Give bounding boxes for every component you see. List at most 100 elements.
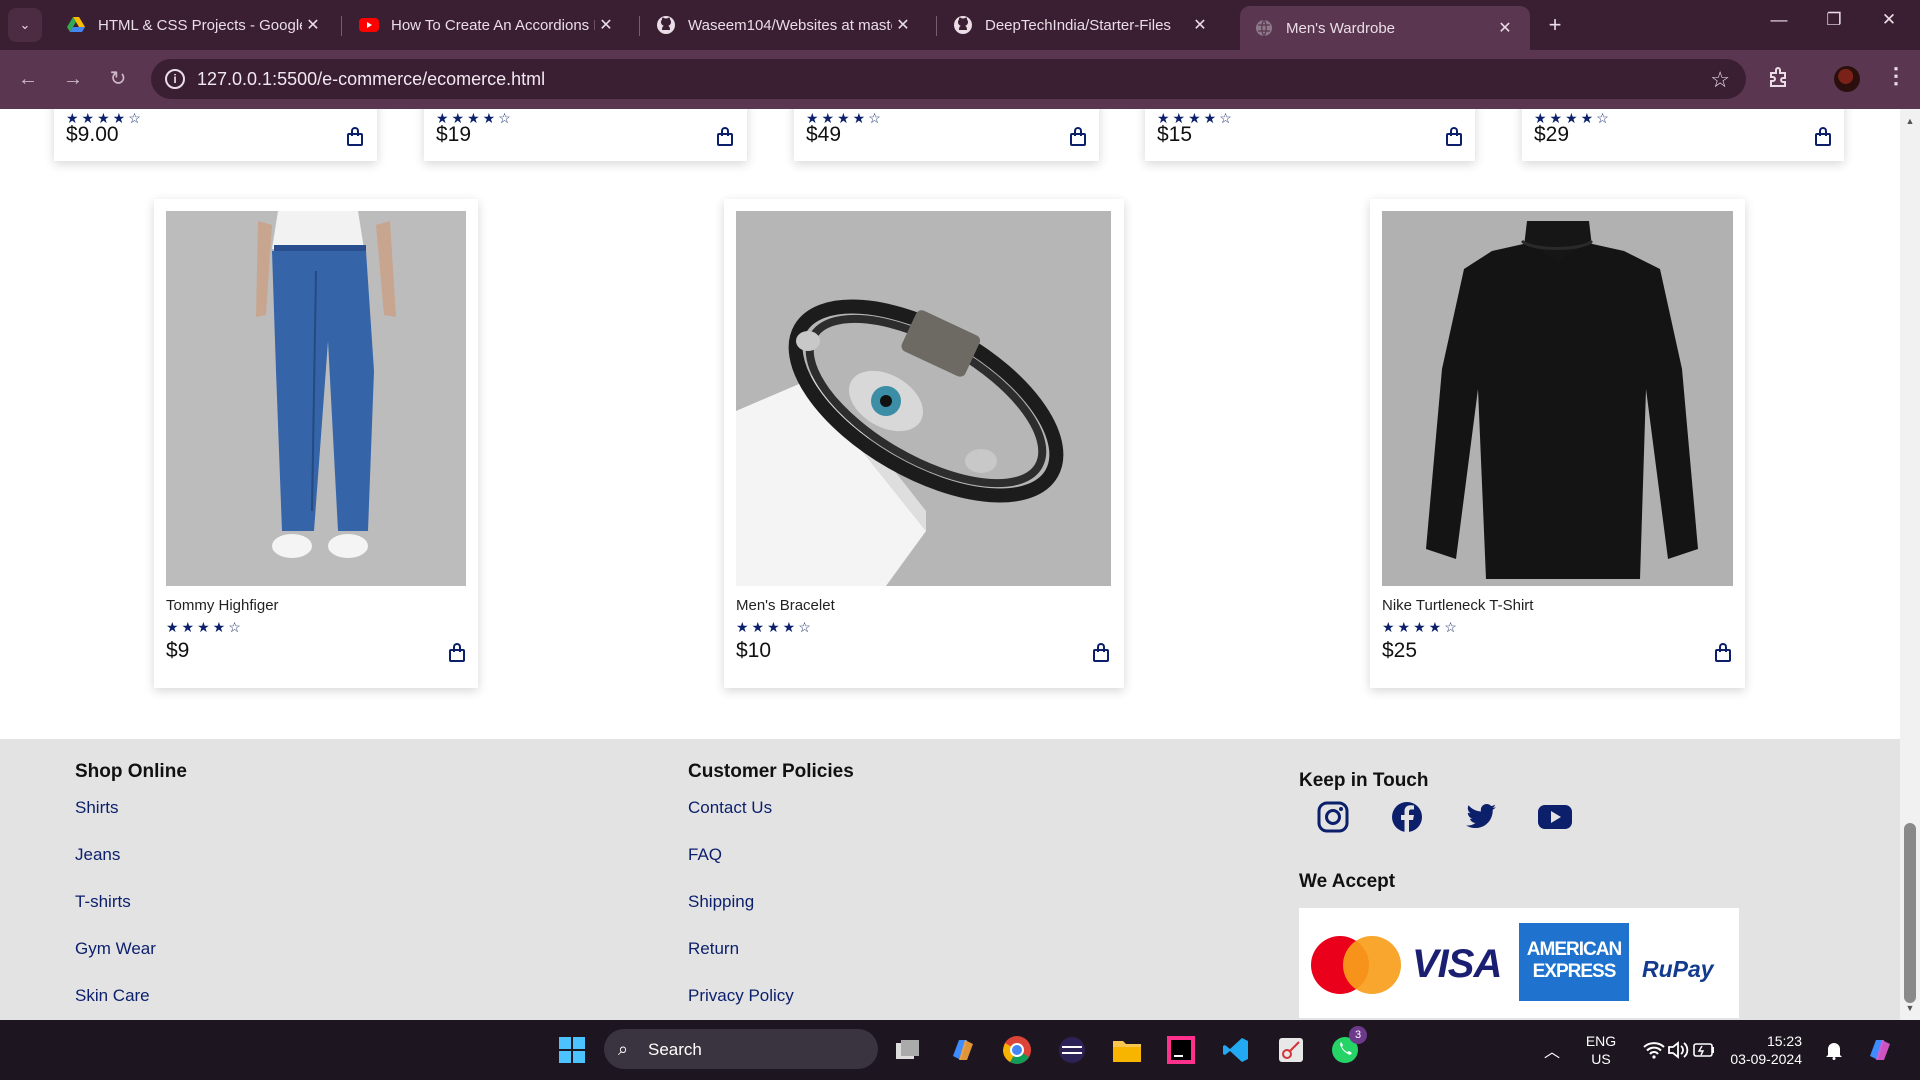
product-card[interactable]: ★★★★☆ $19 bbox=[424, 109, 747, 161]
address-bar[interactable]: i 127.0.0.1:5500/e-commerce/ecomerce.htm… bbox=[151, 59, 1746, 99]
tab-mens-wardrobe[interactable]: Men's Wardrobe ✕ bbox=[1240, 6, 1530, 50]
site-info-icon[interactable]: i bbox=[165, 69, 185, 89]
more-menu-icon[interactable]: ⋮ bbox=[1885, 63, 1907, 89]
extensions-icon[interactable] bbox=[1768, 66, 1790, 94]
bookmark-star-icon[interactable]: ☆ bbox=[1710, 67, 1730, 93]
intellij-icon[interactable] bbox=[1163, 1032, 1199, 1068]
footer-link-tshirts[interactable]: T-shirts bbox=[75, 892, 131, 912]
rating-stars: ★★★★☆ bbox=[1382, 619, 1460, 635]
vscode-icon[interactable] bbox=[1218, 1032, 1254, 1068]
copilot-icon[interactable] bbox=[945, 1032, 981, 1068]
new-tab-button[interactable]: + bbox=[1541, 12, 1569, 38]
product-card[interactable]: ★★★★☆ $49 bbox=[794, 109, 1099, 161]
reload-icon[interactable]: ↻ bbox=[103, 64, 133, 94]
taskbar-search[interactable]: ⌕ Search bbox=[604, 1029, 878, 1069]
product-price: $9 bbox=[166, 639, 190, 662]
minimize-icon[interactable]: — bbox=[1759, 10, 1799, 30]
shopping-bag-icon[interactable] bbox=[1092, 643, 1110, 662]
shopping-bag-icon[interactable] bbox=[1445, 127, 1463, 146]
close-icon[interactable]: ✕ bbox=[1494, 18, 1516, 38]
shopping-bag-icon[interactable] bbox=[1814, 127, 1832, 146]
profile-avatar[interactable] bbox=[1834, 66, 1860, 92]
product-image-trousers[interactable] bbox=[166, 211, 466, 586]
instagram-icon[interactable] bbox=[1315, 799, 1351, 835]
rating-stars: ★★★★☆ bbox=[166, 619, 244, 635]
facebook-icon[interactable] bbox=[1389, 799, 1425, 835]
scrollbar-thumb[interactable] bbox=[1904, 823, 1916, 1003]
twitter-icon[interactable] bbox=[1463, 799, 1499, 835]
scroll-up-icon[interactable]: ▲ bbox=[1900, 113, 1920, 129]
chevron-up-icon[interactable]: ︿ bbox=[1534, 1032, 1570, 1068]
scroll-down-icon[interactable]: ▼ bbox=[1900, 1000, 1920, 1016]
product-price: $9.00 bbox=[66, 123, 119, 146]
snipping-tool-icon[interactable] bbox=[1273, 1032, 1309, 1068]
shopping-bag-icon[interactable] bbox=[448, 643, 466, 662]
tab-title: Men's Wardrobe bbox=[1286, 19, 1396, 37]
product-name: Nike Turtleneck T-Shirt bbox=[1382, 597, 1534, 614]
chrome-icon[interactable] bbox=[999, 1032, 1035, 1068]
footer-link-skin-care[interactable]: Skin Care bbox=[75, 986, 150, 1006]
copilot-tray-icon[interactable] bbox=[1862, 1032, 1898, 1068]
product-card[interactable]: ★★★★☆ $15 bbox=[1145, 109, 1475, 161]
page-viewport: ★★★★☆ $9.00 ★★★★☆ $19 ★★★★☆ $49 ★★★★☆ $1… bbox=[0, 109, 1900, 1020]
restore-icon[interactable]: ❐ bbox=[1814, 10, 1854, 30]
tab-title: How To Create An Accordions In bbox=[391, 16, 595, 34]
notification-bell-icon[interactable] bbox=[1816, 1032, 1852, 1068]
youtube-icon[interactable] bbox=[1537, 799, 1573, 835]
product-card-nike-turtleneck[interactable]: Nike Turtleneck T-Shirt ★★★★☆ $25 bbox=[1370, 199, 1745, 688]
tab-search-button[interactable]: ⌄ bbox=[8, 8, 42, 42]
whatsapp-icon[interactable]: 3 bbox=[1327, 1026, 1367, 1068]
footer-link-privacy[interactable]: Privacy Policy bbox=[688, 986, 794, 1006]
close-icon[interactable]: ✕ bbox=[1189, 15, 1211, 35]
product-image-bracelet[interactable]: s-312306845 bbox=[736, 211, 1111, 586]
product-card-mens-bracelet[interactable]: s-312306845 Men's Bracelet ★★★★☆ $10 bbox=[724, 199, 1124, 688]
product-card[interactable]: ★★★★☆ $29 bbox=[1522, 109, 1844, 161]
shopping-bag-icon[interactable] bbox=[346, 127, 364, 146]
product-price: $29 bbox=[1534, 123, 1570, 146]
close-icon[interactable]: ✕ bbox=[892, 15, 914, 35]
forward-icon[interactable]: → bbox=[58, 64, 88, 94]
footer-link-gym-wear[interactable]: Gym Wear bbox=[75, 939, 156, 959]
search-icon: ⌕ bbox=[618, 1039, 629, 1059]
shopping-bag-icon[interactable] bbox=[1714, 643, 1732, 662]
tab-accordions[interactable]: How To Create An Accordions In ✕ bbox=[345, 6, 631, 44]
back-icon[interactable]: ← bbox=[13, 64, 43, 94]
chevron-down-icon: ⌄ bbox=[19, 17, 31, 32]
product-image-turtleneck[interactable] bbox=[1382, 211, 1733, 586]
tab-divider bbox=[639, 16, 640, 36]
footer-accept-title: We Accept bbox=[1299, 871, 1396, 892]
language-indicator[interactable]: ENG US bbox=[1576, 1032, 1626, 1068]
close-icon[interactable]: ✕ bbox=[302, 15, 324, 35]
windows-start-icon[interactable] bbox=[554, 1032, 590, 1068]
footer-link-return[interactable]: Return bbox=[688, 939, 739, 959]
visa-logo: VISA bbox=[1412, 942, 1502, 986]
tab-title: HTML & CSS Projects - Google bbox=[98, 16, 302, 34]
battery-icon[interactable] bbox=[1686, 1032, 1722, 1068]
footer-link-shipping[interactable]: Shipping bbox=[688, 892, 754, 912]
notification-badge: 3 bbox=[1349, 1026, 1367, 1044]
shopping-bag-icon[interactable] bbox=[1069, 127, 1087, 146]
product-card[interactable]: ★★★★☆ $9.00 bbox=[54, 109, 377, 161]
image-watermark: s-312306845 bbox=[738, 572, 803, 584]
footer-link-faq[interactable]: FAQ bbox=[688, 845, 722, 865]
clock[interactable]: 15:23 03-09-2024 bbox=[1722, 1032, 1802, 1068]
product-price: $25 bbox=[1382, 639, 1418, 662]
tab-waseem-websites[interactable]: Waseem104/Websites at master ✕ bbox=[642, 6, 928, 44]
product-card-tommy-highfiger[interactable]: Tommy Highfiger ★★★★☆ $9 bbox=[154, 199, 478, 688]
footer-link-shirts[interactable]: Shirts bbox=[75, 798, 118, 818]
eclipse-icon[interactable] bbox=[1054, 1032, 1090, 1068]
rupay-logo: RuPay bbox=[1642, 956, 1714, 982]
file-explorer-icon[interactable] bbox=[1109, 1032, 1145, 1068]
task-view-icon[interactable] bbox=[890, 1032, 926, 1068]
shopping-bag-icon[interactable] bbox=[716, 127, 734, 146]
footer-link-contact[interactable]: Contact Us bbox=[688, 798, 772, 818]
footer-link-jeans[interactable]: Jeans bbox=[75, 845, 120, 865]
page-scrollbar[interactable]: ▲ ▼ bbox=[1900, 109, 1920, 1020]
site-footer: Shop Online Shirts Jeans T-shirts Gym We… bbox=[0, 739, 1900, 1020]
product-name: Tommy Highfiger bbox=[166, 597, 279, 614]
tab-html-css-projects[interactable]: HTML & CSS Projects - Google ✕ bbox=[52, 6, 338, 44]
close-window-icon[interactable]: ✕ bbox=[1869, 10, 1909, 30]
tab-deeptech-starter[interactable]: DeepTechIndia/Starter-Files ✕ bbox=[939, 6, 1225, 44]
footer-touch-title: Keep in Touch bbox=[1299, 770, 1429, 791]
close-icon[interactable]: ✕ bbox=[595, 15, 617, 35]
